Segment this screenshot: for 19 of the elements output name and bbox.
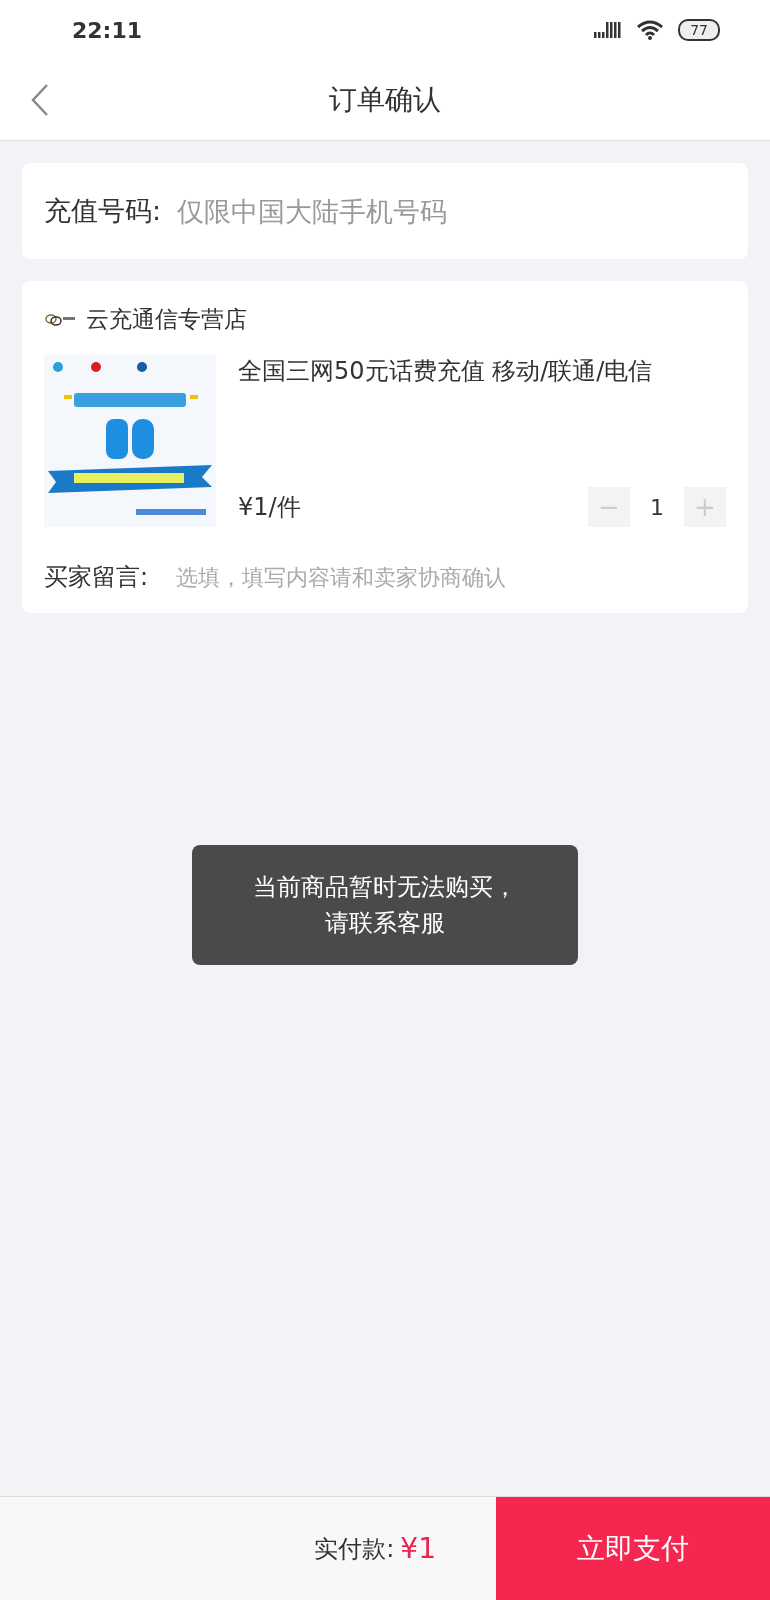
phone-input[interactable]: 仅限中国大陆手机号码 [175, 194, 726, 228]
product-price: ¥1/件 [238, 492, 301, 523]
toast-text: 当前商品暂时无法购买， [253, 872, 517, 903]
quantity-value: 1 [649, 494, 665, 520]
product-title: 全国三网50元话费充值 移动/联通/电信 [238, 356, 654, 387]
pay-button[interactable]: 立即支付 [496, 1497, 770, 1600]
message-label: 买家留言: [44, 562, 149, 593]
back-icon[interactable] [30, 83, 50, 117]
page-title: 订单确认 [329, 82, 441, 118]
status-time: 22:11 [72, 17, 143, 43]
phone-field[interactable]: 充值号码: 仅限中国大陆手机号码 [22, 163, 748, 259]
total-amount: ¥1 [400, 1532, 436, 1565]
shop-name: 云充通信专营店 [86, 304, 247, 334]
battery-level: 77 [678, 19, 720, 41]
total-label: 实付款: [314, 1533, 395, 1565]
toast-text: 请联系客服 [325, 908, 445, 939]
shop-logo-icon [44, 311, 76, 327]
phone-label: 充值号码: [44, 194, 162, 228]
message-input[interactable]: 选填，填写内容请和卖家协商确认 [174, 563, 726, 591]
